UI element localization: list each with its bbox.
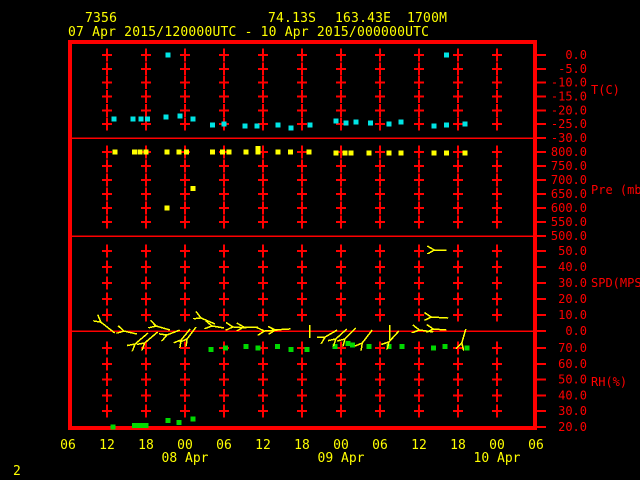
svg-text:12: 12	[99, 438, 115, 453]
svg-text:600.0: 600.0	[551, 201, 587, 215]
svg-text:18: 18	[138, 438, 154, 453]
svg-text:20.0: 20.0	[558, 292, 587, 306]
svg-text:700.0: 700.0	[551, 173, 587, 187]
relative_humidity-points	[110, 340, 470, 430]
svg-text:-15.0: -15.0	[551, 90, 587, 104]
svg-text:0.0: 0.0	[565, 324, 587, 338]
svg-text:50.0: 50.0	[558, 244, 587, 258]
svg-text:650.0: 650.0	[551, 187, 587, 201]
grid-and-axes: 0.0-5.0-10.0-15.0-20.0-25.0-30.0T(C)800.…	[551, 48, 640, 434]
svg-text:-10.0: -10.0	[551, 76, 587, 90]
svg-text:30.0: 30.0	[558, 404, 587, 418]
svg-text:T(C): T(C)	[591, 83, 620, 97]
svg-text:750.0: 750.0	[551, 159, 587, 173]
svg-text:09 Apr: 09 Apr	[318, 451, 365, 466]
svg-text:06: 06	[216, 438, 232, 453]
svg-text:40.0: 40.0	[558, 260, 587, 274]
svg-text:06: 06	[528, 438, 544, 453]
svg-text:10.0: 10.0	[558, 308, 587, 322]
svg-text:-5.0: -5.0	[558, 62, 587, 76]
crt-screen: 7356 74.13S 163.43E 1700M 07 Apr 2015/12…	[0, 0, 640, 480]
svg-text:10 Apr: 10 Apr	[474, 451, 521, 466]
timeseries-plot: 0.0-5.0-10.0-15.0-20.0-25.0-30.0T(C)800.…	[60, 40, 640, 466]
wind-vectors	[101, 250, 467, 344]
svg-text:550.0: 550.0	[551, 215, 587, 229]
svg-text:0.0: 0.0	[565, 48, 587, 62]
svg-text:40.0: 40.0	[558, 388, 587, 402]
pressure-points	[112, 146, 468, 211]
svg-text:12: 12	[255, 438, 271, 453]
svg-text:-20.0: -20.0	[551, 103, 587, 117]
svg-text:30.0: 30.0	[558, 276, 587, 290]
svg-text:-30.0: -30.0	[551, 131, 587, 145]
svg-text:500.0: 500.0	[551, 229, 587, 243]
svg-text:18: 18	[450, 438, 466, 453]
grid-cross-ticks	[102, 48, 502, 418]
svg-text:20.0: 20.0	[558, 420, 587, 434]
svg-text:06: 06	[372, 438, 388, 453]
svg-text:SPD(MPS): SPD(MPS)	[591, 276, 640, 290]
time-axis-labels: 06 12 18 00 06 12 18 00 06 12 18 00 0608 Apr 09 Apr 10…	[60, 438, 544, 466]
svg-text:18: 18	[294, 438, 310, 453]
temperature-points	[111, 52, 468, 131]
svg-text:12: 12	[411, 438, 427, 453]
svg-text:800.0: 800.0	[551, 145, 587, 159]
svg-text:-25.0: -25.0	[551, 117, 587, 131]
svg-text:60.0: 60.0	[558, 357, 587, 371]
svg-text:06: 06	[60, 438, 76, 453]
svg-text:50.0: 50.0	[558, 373, 587, 387]
svg-text:RH(%): RH(%)	[591, 375, 627, 389]
svg-text:Pre (mb): Pre (mb)	[591, 183, 640, 197]
svg-text:70.0: 70.0	[558, 341, 587, 355]
svg-text:08 Apr: 08 Apr	[162, 451, 209, 466]
